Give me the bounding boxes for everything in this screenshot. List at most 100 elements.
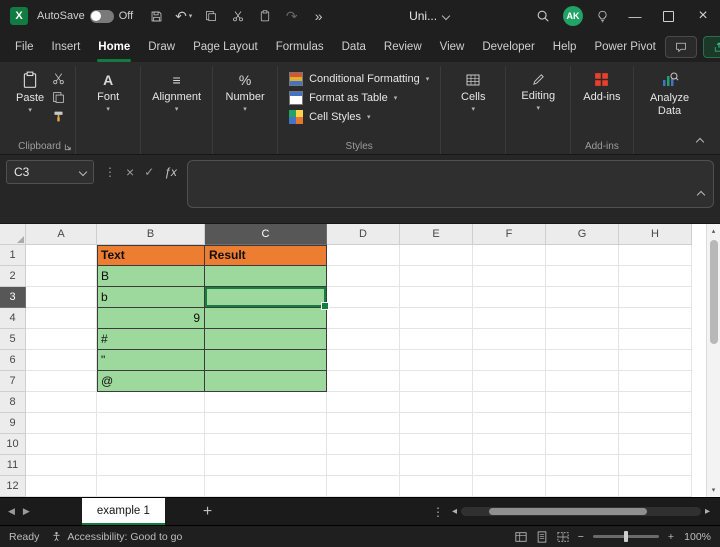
row-header-9[interactable]: 9: [0, 413, 26, 434]
cell-D9[interactable]: [327, 413, 400, 434]
analyze-data-button[interactable]: Analyze Data: [641, 68, 699, 120]
column-header-C[interactable]: C: [205, 224, 327, 245]
cell-B11[interactable]: [97, 455, 205, 476]
redo-button[interactable]: ↷: [280, 3, 303, 29]
scroll-down-icon[interactable]: ▾: [707, 483, 720, 497]
add-sheet-button[interactable]: +: [203, 503, 212, 520]
cell-F11[interactable]: [473, 455, 546, 476]
cell-B4[interactable]: 9: [97, 308, 205, 329]
cell-F10[interactable]: [473, 434, 546, 455]
cell-B6[interactable]: ": [97, 350, 205, 371]
cell-G5[interactable]: [546, 329, 619, 350]
enter-button[interactable]: ✓: [144, 165, 154, 179]
clipboard-dialog-launcher[interactable]: [64, 143, 72, 151]
cell-A5[interactable]: [26, 329, 97, 350]
cell-G3[interactable]: [546, 287, 619, 308]
font-menu-button[interactable]: A Font ▾: [83, 68, 133, 117]
comments-button[interactable]: [664, 36, 697, 58]
cell-A3[interactable]: [26, 287, 97, 308]
cells-menu-button[interactable]: Cells ▾: [448, 68, 498, 117]
column-header-G[interactable]: G: [546, 224, 619, 245]
cell-C12[interactable]: [205, 476, 327, 497]
conditional-formatting-button[interactable]: Conditional Formatting ▾: [285, 70, 433, 88]
cell-D4[interactable]: [327, 308, 400, 329]
cell-D1[interactable]: [327, 245, 400, 266]
cell-C8[interactable]: [205, 392, 327, 413]
cell-E10[interactable]: [400, 434, 473, 455]
vertical-scroll-thumb[interactable]: [709, 240, 718, 344]
cell-G2[interactable]: [546, 266, 619, 287]
row-header-6[interactable]: 6: [0, 350, 26, 371]
zoom-in-button[interactable]: +: [668, 531, 674, 543]
cancel-button[interactable]: ×: [126, 164, 134, 180]
insert-function-button[interactable]: ƒx: [164, 165, 177, 179]
cell-H5[interactable]: [619, 329, 692, 350]
sheet-tab-example-1[interactable]: example 1: [81, 498, 165, 525]
select-all-corner[interactable]: [0, 224, 26, 245]
cell-D12[interactable]: [327, 476, 400, 497]
cell-C5[interactable]: [205, 329, 327, 350]
cell-F8[interactable]: [473, 392, 546, 413]
zoom-out-button[interactable]: −: [578, 531, 584, 543]
cell-F1[interactable]: [473, 245, 546, 266]
cell-F6[interactable]: [473, 350, 546, 371]
cell-B5[interactable]: #: [97, 329, 205, 350]
maximize-button[interactable]: [652, 0, 686, 32]
collapse-ribbon-button[interactable]: [692, 136, 708, 148]
cell-H11[interactable]: [619, 455, 692, 476]
cell-E4[interactable]: [400, 308, 473, 329]
ribbon-tab-review[interactable]: Review: [375, 32, 431, 62]
copy-button[interactable]: [199, 3, 222, 29]
cell-H3[interactable]: [619, 287, 692, 308]
horizontal-scroll-thumb[interactable]: [489, 508, 648, 515]
ribbon-tab-developer[interactable]: Developer: [473, 32, 543, 62]
cell-D3[interactable]: [327, 287, 400, 308]
column-header-F[interactable]: F: [473, 224, 546, 245]
cell-E8[interactable]: [400, 392, 473, 413]
sheet-nav-left-icon[interactable]: ◀: [8, 506, 15, 517]
cell-H8[interactable]: [619, 392, 692, 413]
cell-F9[interactable]: [473, 413, 546, 434]
account-button[interactable]: AK: [558, 0, 588, 32]
zoom-slider[interactable]: [592, 531, 659, 542]
cell-B12[interactable]: [97, 476, 205, 497]
row-header-4[interactable]: 4: [0, 308, 26, 329]
cell-B8[interactable]: [97, 392, 205, 413]
h-scroll-right-icon[interactable]: ▸: [705, 506, 710, 517]
cell-C3[interactable]: [205, 287, 329, 310]
cell-B1[interactable]: Text: [97, 245, 205, 266]
cell-F4[interactable]: [473, 308, 546, 329]
row-header-3[interactable]: 3: [0, 287, 26, 308]
cell-D7[interactable]: [327, 371, 400, 392]
cell-H12[interactable]: [619, 476, 692, 497]
cell-styles-button[interactable]: Cell Styles ▾: [285, 108, 433, 126]
cell-B9[interactable]: [97, 413, 205, 434]
format-painter-button[interactable]: [52, 110, 65, 123]
column-header-D[interactable]: D: [327, 224, 400, 245]
autosave-toggle-switch[interactable]: [89, 9, 114, 23]
column-header-A[interactable]: A: [26, 224, 97, 245]
alignment-menu-button[interactable]: ≡ Alignment ▾: [148, 68, 205, 117]
close-button[interactable]: ×: [686, 0, 720, 32]
h-scroll-left-icon[interactable]: ◂: [452, 506, 457, 517]
cell-D5[interactable]: [327, 329, 400, 350]
cell-G1[interactable]: [546, 245, 619, 266]
cell-F7[interactable]: [473, 371, 546, 392]
cell-A1[interactable]: [26, 245, 97, 266]
cell-D8[interactable]: [327, 392, 400, 413]
cut-button[interactable]: [52, 72, 65, 85]
cell-F2[interactable]: [473, 266, 546, 287]
save-button[interactable]: [145, 3, 168, 29]
ribbon-tab-power-pivot[interactable]: Power Pivot: [585, 32, 664, 62]
cell-E1[interactable]: [400, 245, 473, 266]
cell-C7[interactable]: [205, 371, 327, 392]
cell-D10[interactable]: [327, 434, 400, 455]
fill-handle[interactable]: [321, 302, 329, 310]
cell-A2[interactable]: [26, 266, 97, 287]
cell-G9[interactable]: [546, 413, 619, 434]
cell-B7[interactable]: @: [97, 371, 205, 392]
name-box[interactable]: C3: [6, 160, 94, 184]
editing-menu-button[interactable]: Editing ▾: [513, 68, 563, 116]
cell-E11[interactable]: [400, 455, 473, 476]
cell-H2[interactable]: [619, 266, 692, 287]
